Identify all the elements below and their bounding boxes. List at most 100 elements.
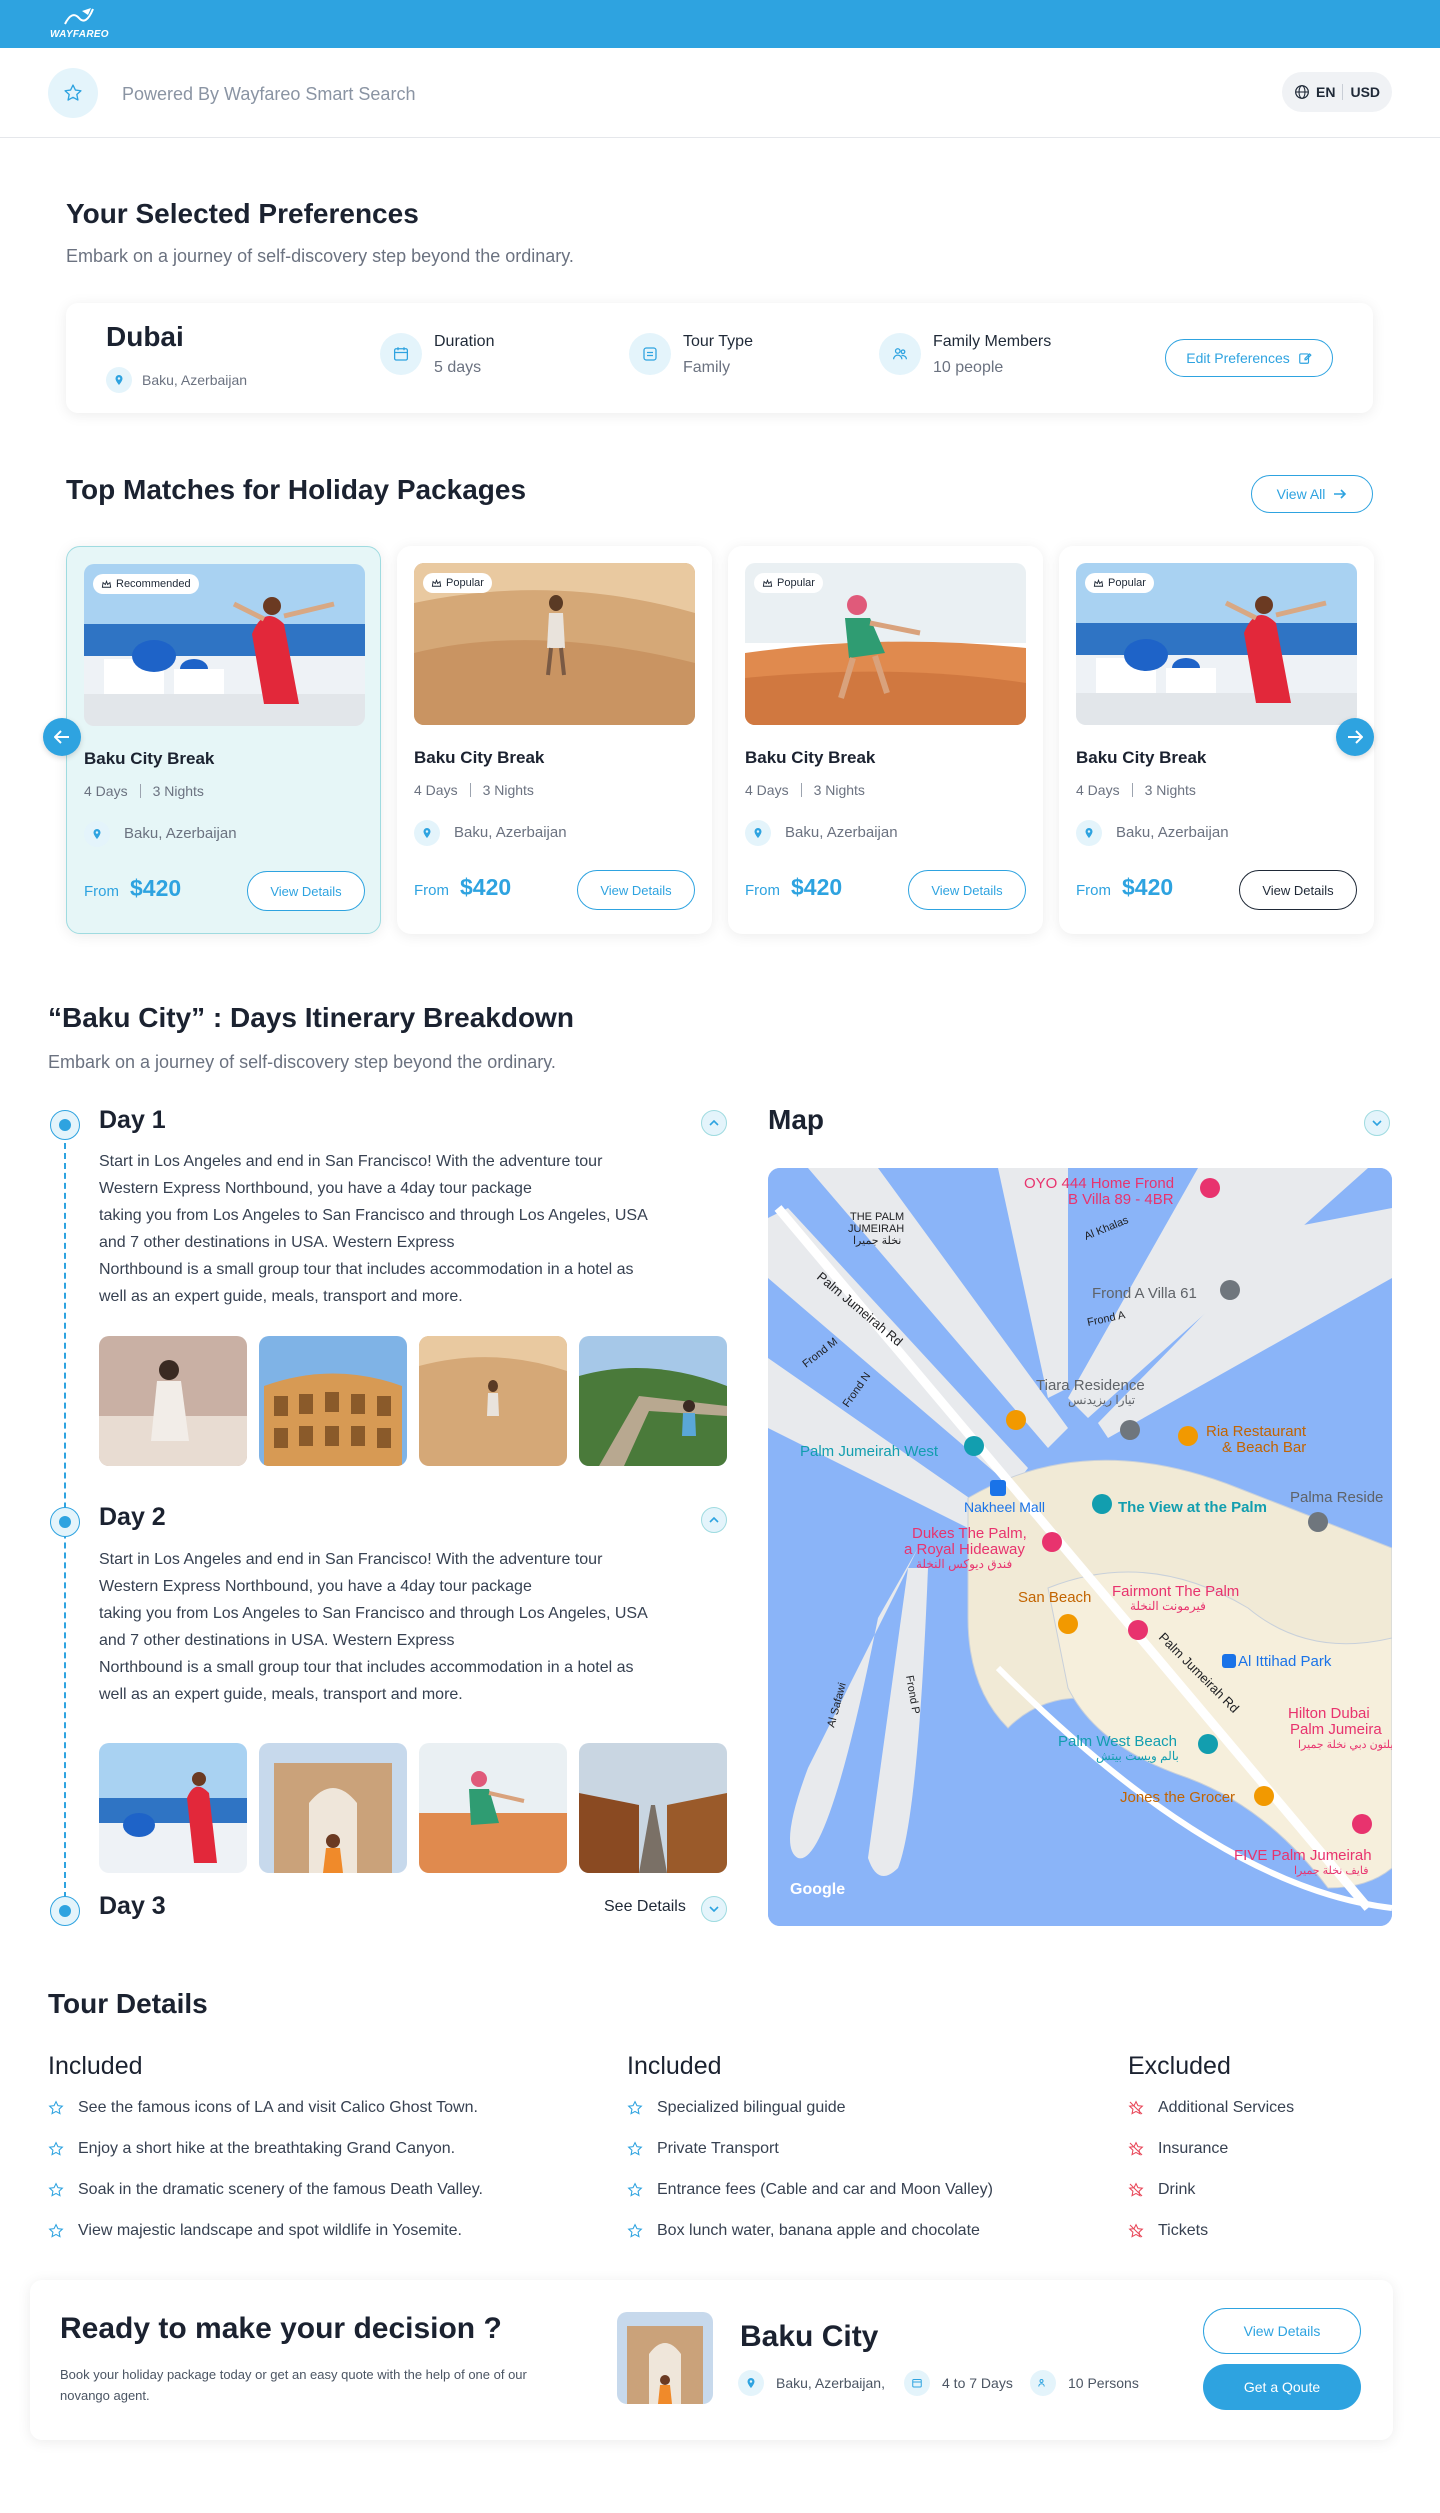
- location-pin-icon: [414, 820, 440, 846]
- decision-subtitle: Book your holiday package today or get a…: [60, 2367, 527, 2403]
- map-label: Palm West Beach: [1058, 1733, 1177, 1750]
- top-bar: WAYFAREO: [0, 0, 1440, 48]
- map-toggle-button[interactable]: [1364, 1110, 1390, 1136]
- arrow-right-icon: [1348, 730, 1363, 744]
- description-line: taking you from Los Angeles to San Franc…: [99, 1605, 648, 1622]
- map-label: فندق ديوكس النخلة: [916, 1557, 1012, 1571]
- day-photo[interactable]: [419, 1336, 567, 1466]
- package-price: $420: [130, 875, 182, 901]
- package-title: Baku City Break: [1076, 748, 1207, 767]
- map-label: Tiara Residence: [1036, 1377, 1145, 1394]
- included-title: Included: [48, 2052, 143, 2080]
- star-outline-icon: [627, 2223, 643, 2238]
- day-description: Start in Los Angeles and end in San Fran…: [99, 1148, 689, 1310]
- smart-search-badge[interactable]: [48, 68, 98, 118]
- view-all-button[interactable]: View All: [1251, 475, 1373, 513]
- language-currency-selector[interactable]: EN USD: [1282, 72, 1392, 112]
- day-photo[interactable]: [99, 1336, 247, 1466]
- edit-preferences-button[interactable]: Edit Preferences: [1165, 339, 1333, 377]
- day-description: Start in Los Angeles and end in San Fran…: [99, 1546, 689, 1708]
- included-item-text: Enjoy a short hike at the breathtaking G…: [78, 2140, 456, 2157]
- package-badge: Recommended: [93, 574, 199, 594]
- see-details-link[interactable]: See Details: [604, 1898, 686, 1916]
- chevron-down-icon: [709, 1906, 719, 1912]
- map-label: Palma Reside: [1290, 1489, 1383, 1506]
- city-thumbnail: [617, 2312, 713, 2404]
- included-item-text: Private Transport: [657, 2140, 779, 2157]
- included-item-text: Entrance fees (Cable and car and Moon Va…: [657, 2181, 993, 2198]
- day-photo[interactable]: [259, 1336, 407, 1466]
- view-details-button[interactable]: View Details: [1203, 2308, 1361, 2354]
- package-nights: 3 Nights: [1144, 782, 1196, 798]
- collapse-day-button[interactable]: [701, 1110, 727, 1136]
- packages-title: Top Matches for Holiday Packages: [66, 474, 527, 505]
- chevron-down-icon: [1372, 1120, 1382, 1126]
- map-label: THE PALM: [850, 1211, 904, 1223]
- package-card[interactable]: Popular Baku City Break 4 Days 3 Nights B…: [1059, 546, 1374, 934]
- expand-day-button[interactable]: [701, 1896, 727, 1922]
- package-days: 4 Days: [84, 783, 128, 799]
- crown-icon: [101, 579, 112, 588]
- divider: [139, 784, 141, 798]
- excluded-item: Drink: [1128, 2181, 1195, 2199]
- package-badge: Popular: [423, 573, 492, 593]
- map-label: OYO 444 Home Frond: [1024, 1175, 1174, 1192]
- included-item: Enjoy a short hike at the breathtaking G…: [48, 2140, 455, 2158]
- timeline-dot: [50, 1896, 80, 1926]
- included-item: See the famous icons of LA and visit Cal…: [48, 2099, 478, 2117]
- package-nights: 3 Nights: [482, 782, 534, 798]
- price-from-label: From: [1076, 882, 1111, 899]
- tour-details-title: Tour Details: [48, 1988, 208, 2019]
- included-item: View majestic landscape and spot wildlif…: [48, 2222, 462, 2240]
- view-details-button[interactable]: View Details: [1239, 870, 1357, 910]
- package-price: $420: [791, 874, 843, 900]
- package-card[interactable]: Recommended Baku City Break 4 Days 3 Nigh…: [66, 546, 381, 934]
- tour-type-label: Tour Type: [683, 333, 753, 350]
- view-all-label: View All: [1276, 486, 1326, 502]
- map-label: تيارا ريزيدنس: [1068, 1393, 1135, 1407]
- package-duration: 4 Days 3 Nights: [1076, 782, 1196, 798]
- map-label: فايف نخلة جميرا: [1294, 1865, 1368, 1877]
- price-from-label: From: [414, 882, 449, 899]
- excluded-item-text: Insurance: [1158, 2140, 1229, 2157]
- package-card[interactable]: Popular Baku City Break 4 Days 3 Nights B…: [397, 546, 712, 934]
- carousel-prev-button[interactable]: [43, 718, 81, 756]
- chevron-up-icon: [709, 1120, 719, 1126]
- people-icon: [879, 333, 921, 375]
- crown-icon: [431, 578, 442, 587]
- map-label: نخلة جميرا: [853, 1235, 901, 1247]
- excluded-item-text: Drink: [1158, 2181, 1196, 2198]
- day-photo[interactable]: [579, 1336, 727, 1466]
- family-members-value: 10 people: [933, 359, 1004, 376]
- preferences-card: Dubai Baku, Azerbaijan Duration 5 days T…: [66, 303, 1373, 413]
- collapse-day-button[interactable]: [701, 1507, 727, 1533]
- day-photo[interactable]: [99, 1743, 247, 1873]
- wayfareo-logo[interactable]: WAYFAREO: [50, 6, 110, 42]
- excluded-item: Additional Services: [1128, 2099, 1294, 2117]
- package-card[interactable]: Popular Baku City Break 4 Days 3 Nights B…: [728, 546, 1043, 934]
- palm-jumeirah-map[interactable]: THE PALM JUMEIRAH نخلة جميرا Al Khalas F…: [768, 1168, 1392, 1926]
- family-members-label: Family Members: [933, 333, 1052, 350]
- map-view[interactable]: THE PALM JUMEIRAH نخلة جميرا Al Khalas F…: [768, 1168, 1392, 1926]
- carousel-next-button[interactable]: [1336, 718, 1374, 756]
- day-title: Day 3: [99, 1892, 166, 1920]
- package-price: $420: [460, 874, 512, 900]
- badge-label: Popular: [1108, 577, 1146, 589]
- excluded-item: Insurance: [1128, 2140, 1228, 2158]
- package-duration: 4 Days 3 Nights: [414, 782, 534, 798]
- day-photo[interactable]: [259, 1743, 407, 1873]
- view-details-button[interactable]: View Details: [577, 870, 695, 910]
- view-details-button[interactable]: View Details: [908, 870, 1026, 910]
- map-label: FIVE Palm Jumeirah: [1234, 1847, 1372, 1864]
- logo-mark-icon: [64, 8, 94, 25]
- excluded-star-icon: [1128, 2141, 1144, 2156]
- get-quote-button[interactable]: Get a Qoute: [1203, 2364, 1361, 2410]
- day-photo[interactable]: [579, 1743, 727, 1873]
- day-photo[interactable]: [419, 1743, 567, 1873]
- view-details-button[interactable]: View Details: [247, 871, 365, 911]
- package-location: Baku, Azerbaijan: [124, 825, 237, 842]
- map-label: & Beach Bar: [1222, 1439, 1306, 1456]
- calendar-icon: [380, 333, 422, 375]
- chevron-up-icon: [709, 1517, 719, 1523]
- package-days: 4 Days: [1076, 782, 1120, 798]
